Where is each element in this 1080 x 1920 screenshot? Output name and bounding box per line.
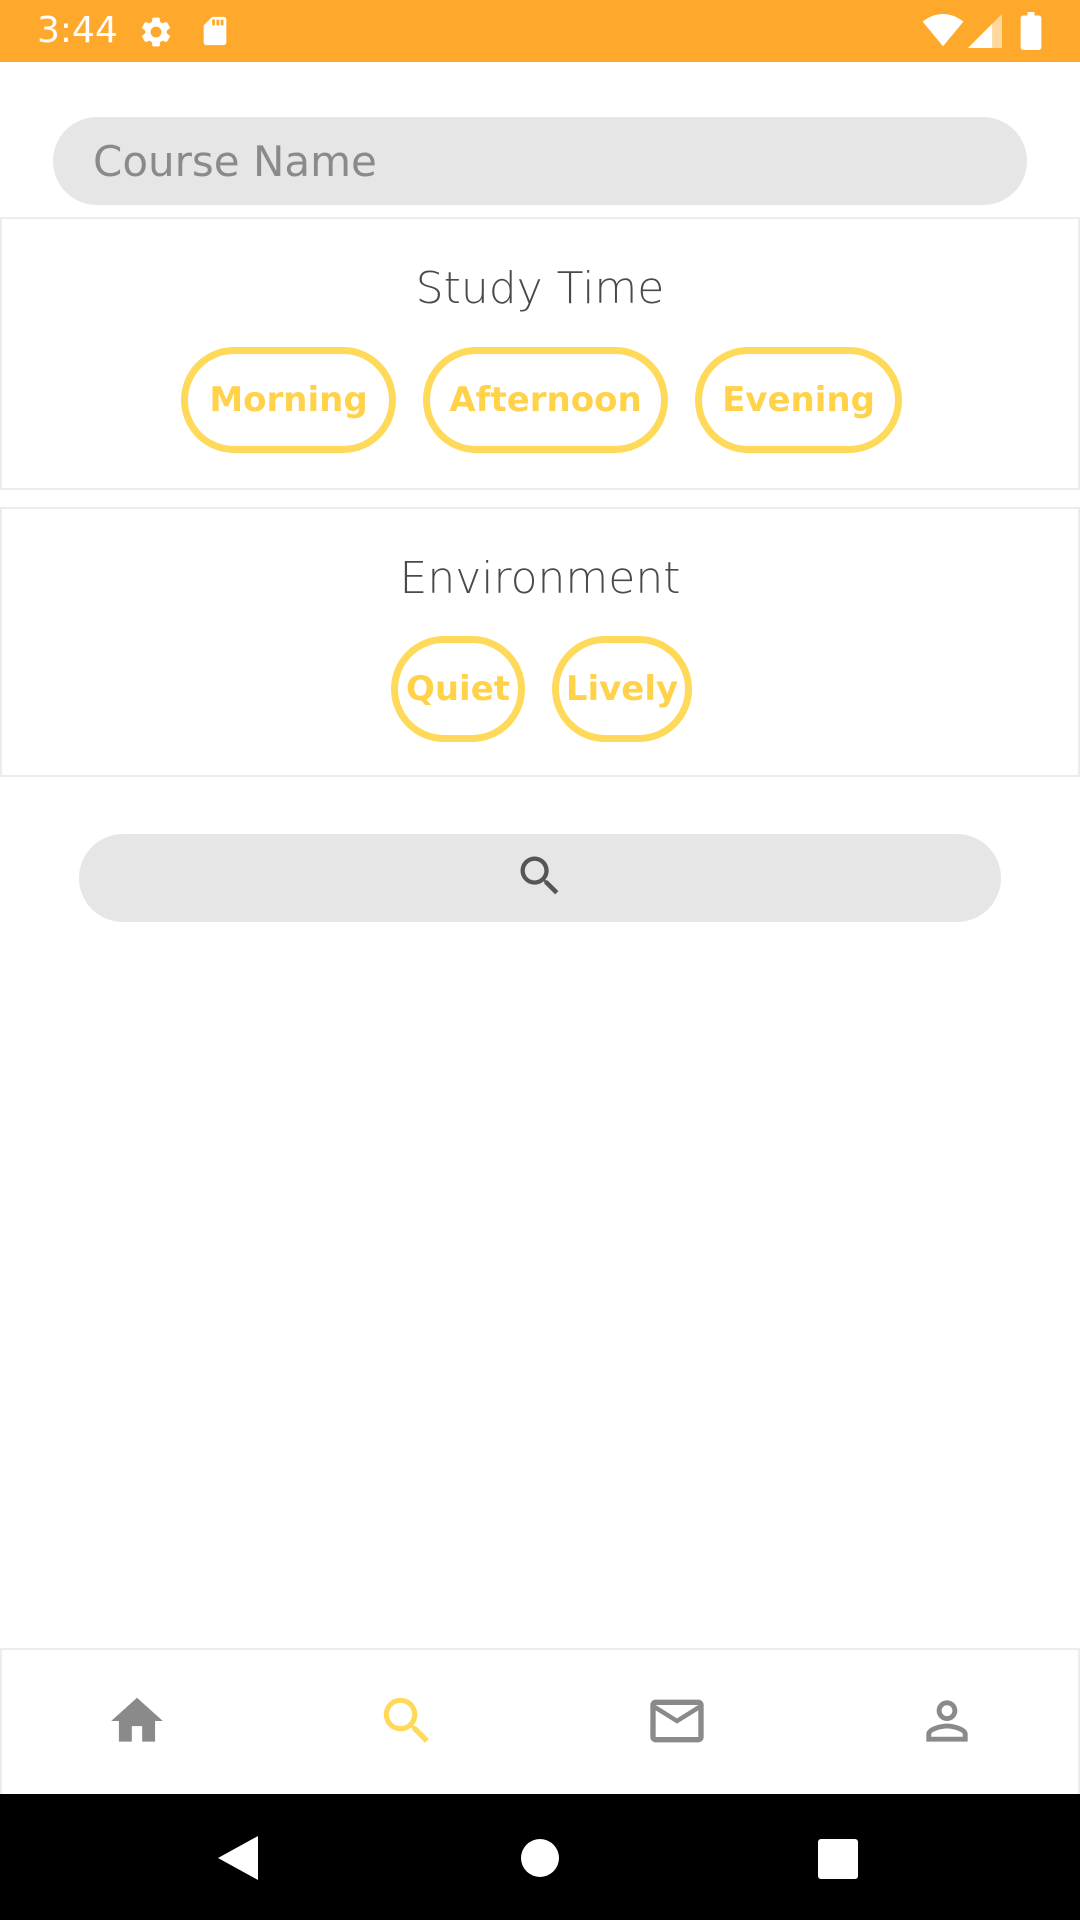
status-bar: 3:44 xyxy=(0,0,1080,62)
nav-search[interactable] xyxy=(272,1650,542,1796)
status-time: 3:44 xyxy=(37,10,118,51)
profile-icon xyxy=(916,1690,978,1757)
cell-signal-icon xyxy=(968,14,1002,48)
bottom-navigation xyxy=(0,1648,1080,1794)
study-time-title: Study Time xyxy=(415,263,665,314)
recents-icon[interactable] xyxy=(817,1838,859,1885)
nav-profile[interactable] xyxy=(812,1650,1080,1796)
wifi-icon xyxy=(922,14,964,48)
chip-lively[interactable]: Lively xyxy=(552,636,692,742)
sd-card-icon xyxy=(198,13,232,49)
chip-afternoon[interactable]: Afternoon xyxy=(423,347,668,453)
system-navigation-bar xyxy=(0,1794,1080,1920)
environment-card: Environment Quiet Lively xyxy=(0,507,1080,777)
search-icon xyxy=(376,1690,438,1757)
study-time-card: Study Time Morning Afternoon Evening xyxy=(0,217,1080,490)
chip-quiet[interactable]: Quiet xyxy=(391,636,525,742)
battery-icon xyxy=(1020,12,1042,50)
nav-home[interactable] xyxy=(2,1650,272,1796)
home-circle-icon[interactable] xyxy=(520,1838,560,1883)
nav-messages[interactable] xyxy=(542,1650,812,1796)
chip-morning[interactable]: Morning xyxy=(181,347,396,453)
mail-icon xyxy=(645,1689,709,1758)
settings-gear-icon xyxy=(138,14,174,50)
course-name-input[interactable] xyxy=(53,117,1027,205)
home-icon xyxy=(106,1690,168,1757)
search-button[interactable] xyxy=(79,834,1001,922)
search-icon xyxy=(514,850,566,907)
back-icon[interactable] xyxy=(216,1834,260,1887)
chip-evening[interactable]: Evening xyxy=(695,347,902,453)
environment-title: Environment xyxy=(399,553,681,604)
